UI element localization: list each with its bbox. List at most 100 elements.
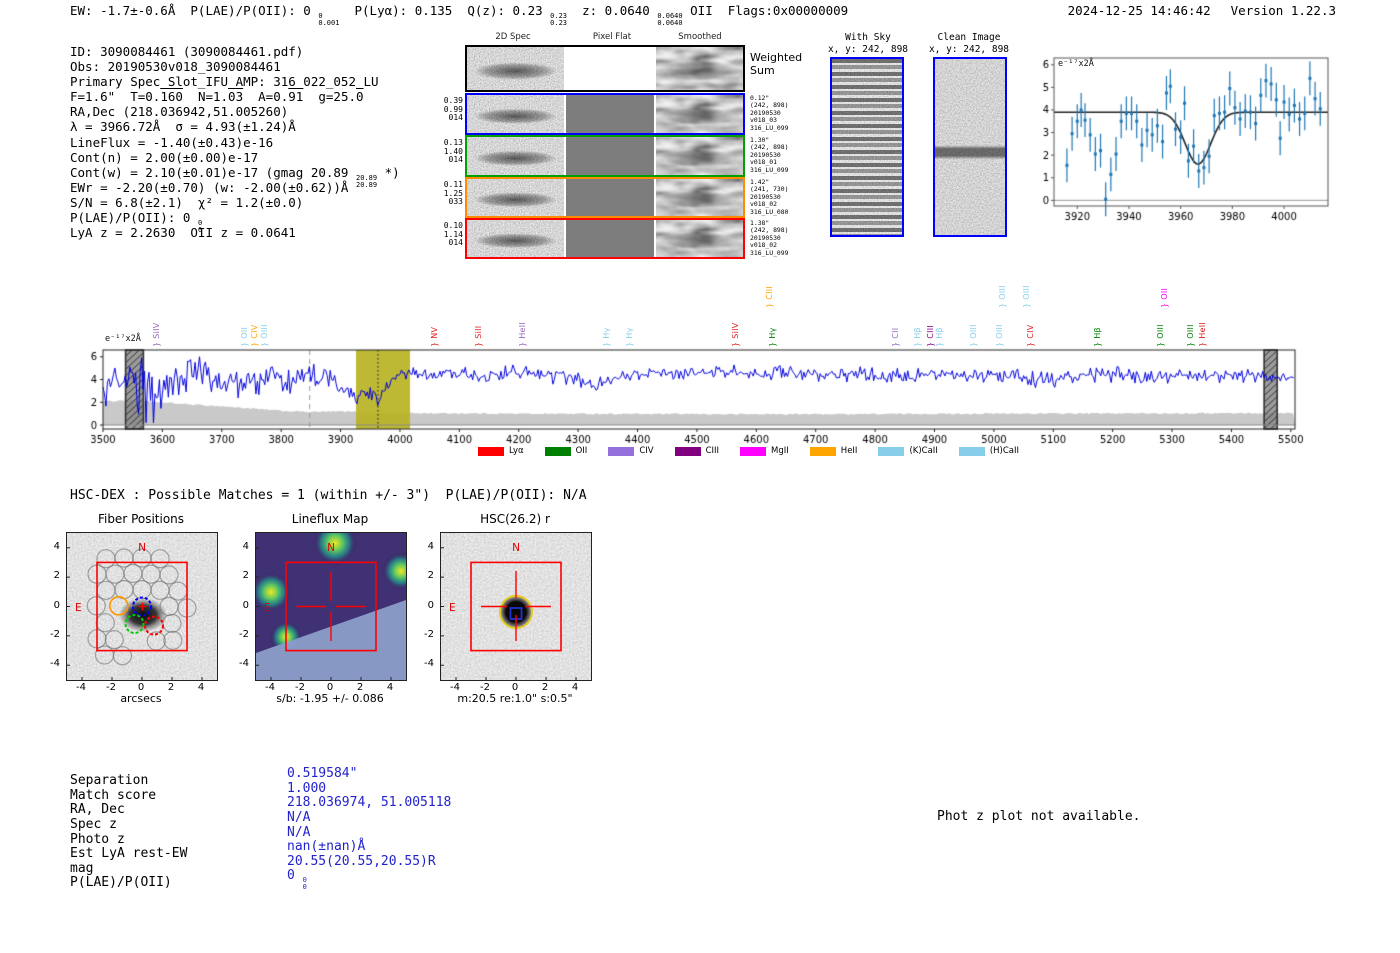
spectrum-smear bbox=[467, 47, 564, 90]
legend-item: OII bbox=[544, 446, 587, 456]
sub-value: 0 bbox=[302, 883, 307, 892]
text: 0.519584" bbox=[287, 766, 358, 781]
legend-label: CIV bbox=[639, 446, 654, 456]
match-row-label: Separation bbox=[70, 773, 149, 788]
legend-item: (K)CaII bbox=[878, 446, 938, 456]
smoothed-smear bbox=[656, 95, 743, 133]
label-line: 316_LU_099 bbox=[750, 248, 789, 257]
legend-item: (H)CaII bbox=[958, 446, 1019, 456]
panel-x-tick: 2 bbox=[541, 682, 549, 693]
legend-swatch bbox=[809, 446, 836, 456]
match-row-label: mag bbox=[70, 860, 94, 876]
legend-label: Lyα bbox=[509, 446, 524, 456]
panel-x-tick: -2 bbox=[480, 682, 490, 693]
panel-y-tick: -4 bbox=[239, 658, 249, 670]
cutout-right-labels: 1.30" (242, 898) 20190530 v018_01 316_LU_099 bbox=[750, 136, 789, 174]
north-label: N bbox=[138, 542, 146, 554]
panel-x-tick: 4 bbox=[571, 682, 579, 693]
panel-y-tick: 4 bbox=[427, 540, 434, 552]
with-sky-title: With Sky x, y: 242, 898 bbox=[813, 32, 923, 55]
panel-y-tick: 4 bbox=[53, 540, 60, 552]
panel-x-tick: 0 bbox=[137, 682, 145, 693]
cutout-left-labels: 0.13 1.40 014 bbox=[439, 138, 463, 165]
fiber-positions-title: Fiber Positions bbox=[97, 512, 185, 526]
panel-y-tick: 4 bbox=[242, 540, 249, 552]
elixer-report-page: EW: -1.7±-0.6Å P(LAE)/P(OII): 0 0 0.001 P… bbox=[0, 0, 1400, 953]
panel-y-tick: -2 bbox=[424, 628, 434, 640]
panel-y-tick: -2 bbox=[239, 628, 249, 640]
legend-swatch bbox=[740, 446, 767, 456]
match-row-value: 0 00 bbox=[287, 868, 451, 890]
smoothed-smear bbox=[656, 179, 743, 216]
label-line: Weighted bbox=[750, 51, 803, 64]
emission-line-label: } OIII bbox=[1021, 285, 1031, 308]
cutout-right-labels: 1.38" (242, 898) 20190530 v018_02 316_LU_099 bbox=[750, 219, 789, 257]
east-label: E bbox=[75, 602, 82, 614]
cutout-left-labels: 0.10 1.14 014 bbox=[439, 221, 463, 248]
cutout-left-labels: 0.39 0.99 014 bbox=[439, 96, 463, 123]
north-label: N bbox=[512, 542, 520, 554]
panel-y-tick: 0 bbox=[242, 599, 249, 611]
smoothed-image bbox=[656, 47, 743, 90]
east-label: E bbox=[449, 602, 456, 614]
legend-label: (K)CaII bbox=[909, 446, 938, 456]
cutout-right-labels: 0.12" (242, 898) 20190530 v018_03 316_LU_099 bbox=[750, 94, 789, 132]
legend-swatch bbox=[608, 446, 635, 456]
legend-item: HeII bbox=[809, 446, 858, 456]
clean-image bbox=[933, 57, 1007, 237]
pixel-flat-image bbox=[566, 47, 654, 90]
legend-item: CIV bbox=[608, 446, 654, 456]
legend-label: HeII bbox=[840, 446, 858, 456]
photz-note: Phot z plot not available. bbox=[937, 809, 1141, 824]
cutout-row bbox=[465, 177, 745, 218]
panel-y-tick: 0 bbox=[53, 599, 60, 611]
spectrum-legend: Lyα OII CIV CIII MgII HeII (K)CaII (H)CaII bbox=[478, 446, 1019, 456]
label-line: 316_LU_080 bbox=[750, 207, 789, 216]
text: N/A bbox=[287, 809, 311, 825]
text: 20.55(20.55,20.55)R bbox=[287, 853, 436, 869]
match-row-value: 0.519584" bbox=[287, 766, 451, 781]
panel-x-tick: -2 bbox=[106, 682, 116, 693]
match-row-value: N/A bbox=[287, 810, 451, 825]
match-row-value: 1.000 bbox=[287, 781, 451, 796]
panel-x-tick: 0 bbox=[326, 682, 334, 693]
panel-x-tick: 2 bbox=[167, 682, 175, 693]
smoothed-smear bbox=[656, 220, 743, 257]
panel-y-tick: 2 bbox=[242, 570, 249, 582]
smoothed-smear bbox=[656, 137, 743, 175]
emission-line-label: } OII bbox=[1159, 287, 1169, 308]
label-line: 014 bbox=[448, 155, 463, 165]
fiber-positions-panel: N E bbox=[66, 532, 218, 681]
panel-x-tick: -4 bbox=[76, 682, 86, 693]
2d-spec-image bbox=[467, 179, 564, 216]
match-table-values: 0.519584" 1.000 218.036974, 51.005118 N/A N/… bbox=[287, 766, 451, 891]
smoothed-image bbox=[656, 179, 743, 216]
lineflux-map-image: N E bbox=[251, 521, 420, 680]
legend-item: CIII bbox=[674, 446, 719, 456]
lineflux-map-title: Lineflux Map bbox=[291, 512, 369, 526]
hsc-dex-summary: HSC-DEX : Possible Matches = 1 (within +… bbox=[70, 488, 587, 503]
spectrum-smear bbox=[467, 95, 564, 133]
legend-label: MgII bbox=[771, 446, 789, 456]
label-line: 316_LU_099 bbox=[750, 165, 789, 174]
panel-x-tick: -4 bbox=[450, 682, 460, 693]
emission-line-label: } CIII bbox=[765, 285, 774, 308]
cutout-row bbox=[465, 135, 745, 177]
text: N/A bbox=[287, 824, 311, 840]
panel-x-tick: 4 bbox=[197, 682, 205, 693]
main-y-axis-label: e⁻¹⁷x2Å bbox=[105, 334, 141, 344]
label-line: 033 bbox=[448, 197, 463, 207]
text: 1.000 bbox=[287, 780, 327, 796]
spectrum-smear bbox=[467, 137, 564, 175]
legend-label: (H)CaII bbox=[989, 446, 1019, 456]
legend-item: MgII bbox=[740, 446, 789, 456]
smoothed-image bbox=[656, 220, 743, 257]
label-line: 316_LU_099 bbox=[750, 123, 789, 132]
cutout-row bbox=[465, 218, 745, 259]
2d-spec-image bbox=[467, 95, 564, 133]
panel-x-tick: 0 bbox=[511, 682, 519, 693]
cutout-row bbox=[465, 93, 745, 135]
2d-spec-image bbox=[467, 220, 564, 257]
lineflux-map-panel: N E bbox=[251, 521, 420, 681]
pixel-flat-image bbox=[566, 220, 654, 257]
